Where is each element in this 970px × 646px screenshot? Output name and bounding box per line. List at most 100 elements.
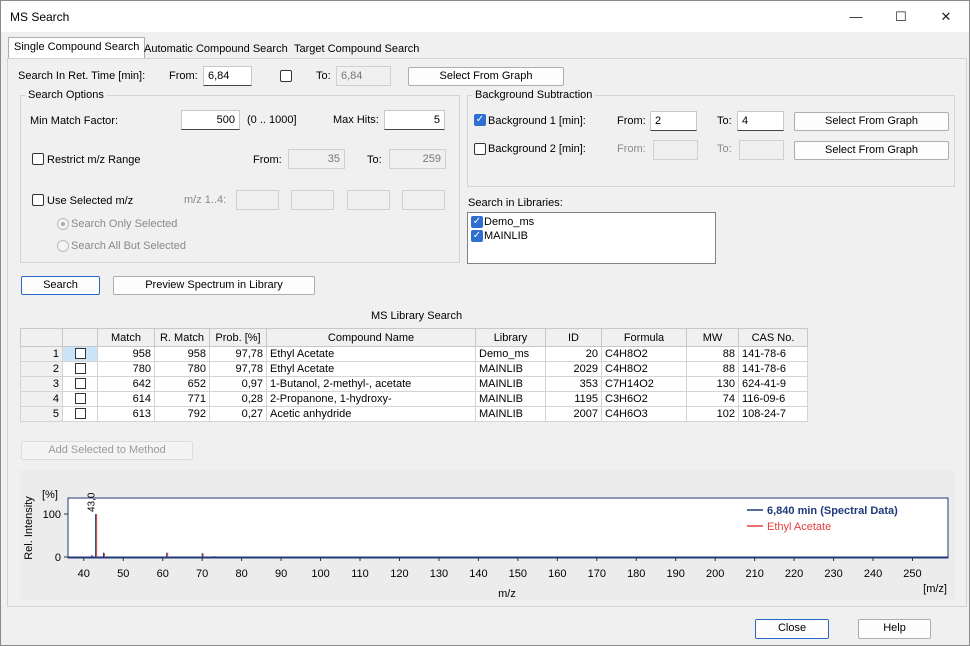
ret-select-from-graph-button[interactable]: Select From Graph bbox=[408, 67, 564, 86]
compound-name-cell: Ethyl Acetate bbox=[266, 361, 476, 377]
add-selected-to-method-button[interactable]: Add Selected to Method bbox=[21, 441, 193, 460]
col-formula[interactable]: Formula bbox=[601, 328, 687, 347]
bg2-to-label: To: bbox=[717, 143, 732, 155]
library-demo-ms-checkbox[interactable]: ✓ bbox=[471, 216, 483, 228]
peak-label: 43,0 bbox=[87, 492, 98, 512]
r-match-cell: 780 bbox=[154, 361, 210, 377]
restrict-mz-label: Restrict m/z Range bbox=[47, 154, 141, 166]
use-selected-mz-label: Use Selected m/z bbox=[47, 195, 134, 207]
bg1-from-input[interactable]: 2 bbox=[650, 111, 697, 131]
close-icon[interactable]: ✕ bbox=[924, 7, 968, 27]
search-all-but-selected-radio[interactable] bbox=[57, 240, 69, 252]
mw-cell: 74 bbox=[686, 391, 739, 407]
col-id[interactable]: ID bbox=[545, 328, 602, 347]
background-1-checkbox[interactable]: ✓ bbox=[474, 114, 486, 126]
select-cell[interactable] bbox=[62, 346, 98, 362]
bg2-to-input[interactable] bbox=[739, 140, 784, 160]
ret-from-input[interactable]: 6,84 bbox=[203, 66, 252, 86]
col-select bbox=[62, 328, 98, 347]
mw-cell: 88 bbox=[686, 346, 739, 362]
col-prob[interactable]: Prob. [%] bbox=[209, 328, 267, 347]
row-select-checkbox[interactable] bbox=[74, 363, 86, 375]
x-tick-label: 100 bbox=[311, 568, 329, 580]
ret-to-label: To: bbox=[316, 70, 331, 82]
background-2-checkbox[interactable] bbox=[474, 143, 486, 155]
row-select-checkbox[interactable] bbox=[74, 393, 86, 405]
tab-target-compound-search[interactable]: Target Compound Search bbox=[289, 40, 424, 59]
row-select-checkbox[interactable] bbox=[74, 348, 86, 360]
col-compound-name[interactable]: Compound Name bbox=[266, 328, 476, 347]
minimize-icon[interactable]: — bbox=[834, 7, 878, 27]
prob-cell: 0,97 bbox=[209, 376, 267, 392]
search-button[interactable]: Search bbox=[21, 276, 100, 295]
tab-single-compound-search[interactable]: Single Compound Search bbox=[8, 37, 146, 59]
table-row[interactable]: 3 642 652 0,97 1-Butanol, 2-methyl-, acetate… bbox=[20, 376, 808, 392]
max-hits-input[interactable]: 5 bbox=[384, 110, 445, 130]
window-title: MS Search bbox=[10, 10, 70, 24]
mz-1-input[interactable] bbox=[236, 190, 279, 210]
restrict-to-label: To: bbox=[367, 154, 382, 166]
cas-cell: 108-24-7 bbox=[738, 406, 808, 422]
background-2-label: Background 2 [min]: bbox=[488, 143, 586, 155]
col-cas[interactable]: CAS No. bbox=[738, 328, 808, 347]
row-number: 3 bbox=[20, 376, 63, 392]
search-only-selected-radio[interactable] bbox=[57, 218, 69, 230]
compound-name-cell: 2-Propanone, 1-hydroxy- bbox=[266, 391, 476, 407]
bg1-to-label: To: bbox=[717, 115, 732, 127]
row-select-checkbox[interactable] bbox=[74, 378, 86, 390]
table-row[interactable]: 4 614 771 0,28 2-Propanone, 1-hydroxy- MAINLI… bbox=[20, 391, 808, 407]
min-match-input[interactable]: 500 bbox=[181, 110, 240, 130]
col-mw[interactable]: MW bbox=[686, 328, 739, 347]
ret-to-checkbox[interactable] bbox=[280, 70, 292, 82]
x-tick-label: 140 bbox=[469, 568, 487, 580]
mz-4-input[interactable] bbox=[402, 190, 445, 210]
restrict-mz-checkbox[interactable] bbox=[32, 153, 44, 165]
col-r-match[interactable]: R. Match bbox=[154, 328, 210, 347]
y-tick-label: 100 bbox=[43, 509, 61, 521]
x-tick-label: 90 bbox=[275, 568, 287, 580]
background-1-label: Background 1 [min]: bbox=[488, 115, 586, 127]
select-cell[interactable] bbox=[62, 361, 98, 377]
close-button[interactable]: Close bbox=[755, 619, 829, 639]
maximize-icon[interactable]: ☐ bbox=[879, 7, 923, 27]
id-cell: 1195 bbox=[545, 391, 602, 407]
x-tick-label: 80 bbox=[236, 568, 248, 580]
compound-name-cell: Ethyl Acetate bbox=[266, 346, 476, 362]
r-match-cell: 958 bbox=[154, 346, 210, 362]
libraries-listbox[interactable]: ✓ Demo_ms ✓ MAINLIB bbox=[467, 212, 716, 264]
tab-automatic-compound-search[interactable]: Automatic Compound Search bbox=[139, 40, 293, 59]
use-selected-mz-checkbox[interactable] bbox=[32, 194, 44, 206]
library-mainlib-label: MAINLIB bbox=[484, 230, 529, 242]
help-button[interactable]: Help bbox=[858, 619, 931, 639]
select-cell[interactable] bbox=[62, 376, 98, 392]
mw-cell: 130 bbox=[686, 376, 739, 392]
row-select-checkbox[interactable] bbox=[74, 408, 86, 420]
formula-cell: C7H14O2 bbox=[601, 376, 687, 392]
cas-cell: 116-09-6 bbox=[738, 391, 808, 407]
bg2-from-input[interactable] bbox=[653, 140, 698, 160]
x-tick-label: 170 bbox=[588, 568, 606, 580]
ret-to-input[interactable]: 6,84 bbox=[336, 66, 391, 86]
select-cell[interactable] bbox=[62, 406, 98, 422]
col-match[interactable]: Match bbox=[97, 328, 155, 347]
col-library[interactable]: Library bbox=[475, 328, 546, 347]
restrict-to-input[interactable]: 259 bbox=[389, 149, 446, 169]
preview-spectrum-button[interactable]: Preview Spectrum in Library bbox=[113, 276, 315, 295]
bg1-select-from-graph-button[interactable]: Select From Graph bbox=[794, 112, 949, 131]
table-row[interactable]: 5 613 792 0,27 Acetic anhydride MAINLIB 2007 C4… bbox=[20, 406, 808, 422]
mz-2-input[interactable] bbox=[291, 190, 334, 210]
spectrum-svg: 40 50 60 70 80 90 100 110 120 130 140 150 160 170 180 1… bbox=[23, 489, 949, 600]
mz-3-input[interactable] bbox=[347, 190, 390, 210]
select-cell[interactable] bbox=[62, 391, 98, 407]
bg1-to-input[interactable]: 4 bbox=[737, 111, 784, 131]
x-tick-label: 220 bbox=[785, 568, 803, 580]
match-cell: 614 bbox=[97, 391, 155, 407]
table-row[interactable]: 2 780 780 97,78 Ethyl Acetate MAINLIB 2029 C4H8… bbox=[20, 361, 808, 377]
mw-cell: 88 bbox=[686, 361, 739, 377]
table-row[interactable]: 1 958 958 97,78 Ethyl Acetate Demo_ms 20 C4H8O2… bbox=[20, 346, 808, 362]
bg2-select-from-graph-button[interactable]: Select From Graph bbox=[794, 141, 949, 160]
restrict-from-input[interactable]: 35 bbox=[288, 149, 345, 169]
x-tick-label: 60 bbox=[157, 568, 169, 580]
min-match-label: Min Match Factor: bbox=[30, 115, 119, 127]
library-mainlib-checkbox[interactable]: ✓ bbox=[471, 230, 483, 242]
